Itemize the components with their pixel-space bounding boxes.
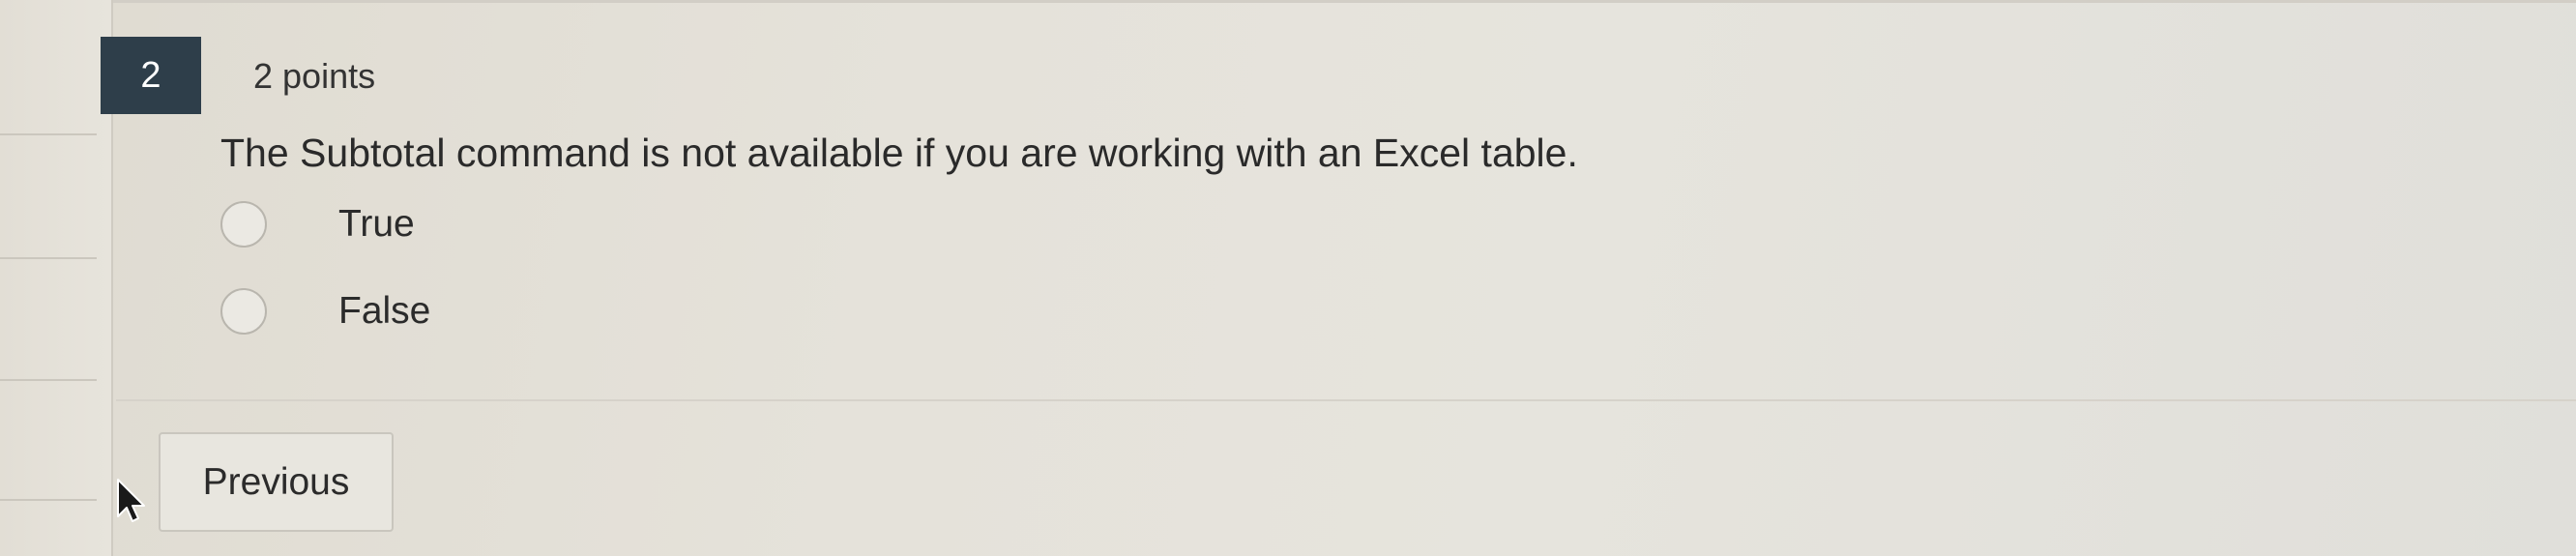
answer-option-true[interactable]: True	[220, 201, 415, 248]
card-top-border	[0, 0, 2576, 3]
question-points: 2 points	[253, 56, 376, 96]
sidebar-divider	[0, 257, 97, 259]
radio-button-true[interactable]	[220, 201, 267, 248]
answer-option-label: False	[338, 290, 431, 332]
sidebar-divider	[0, 133, 97, 135]
answer-option-false[interactable]: False	[220, 288, 430, 335]
answer-option-label: True	[338, 203, 415, 245]
sidebar-divider	[0, 379, 97, 381]
left-sidebar-strip	[0, 0, 113, 556]
sidebar-divider	[0, 499, 97, 501]
question-number-badge: 2	[101, 37, 201, 114]
mouse-pointer-icon	[117, 479, 145, 522]
question-text: The Subtotal command is not available if…	[220, 131, 1578, 175]
previous-button[interactable]: Previous	[159, 432, 394, 532]
section-divider	[116, 399, 2576, 401]
radio-button-false[interactable]	[220, 288, 267, 335]
